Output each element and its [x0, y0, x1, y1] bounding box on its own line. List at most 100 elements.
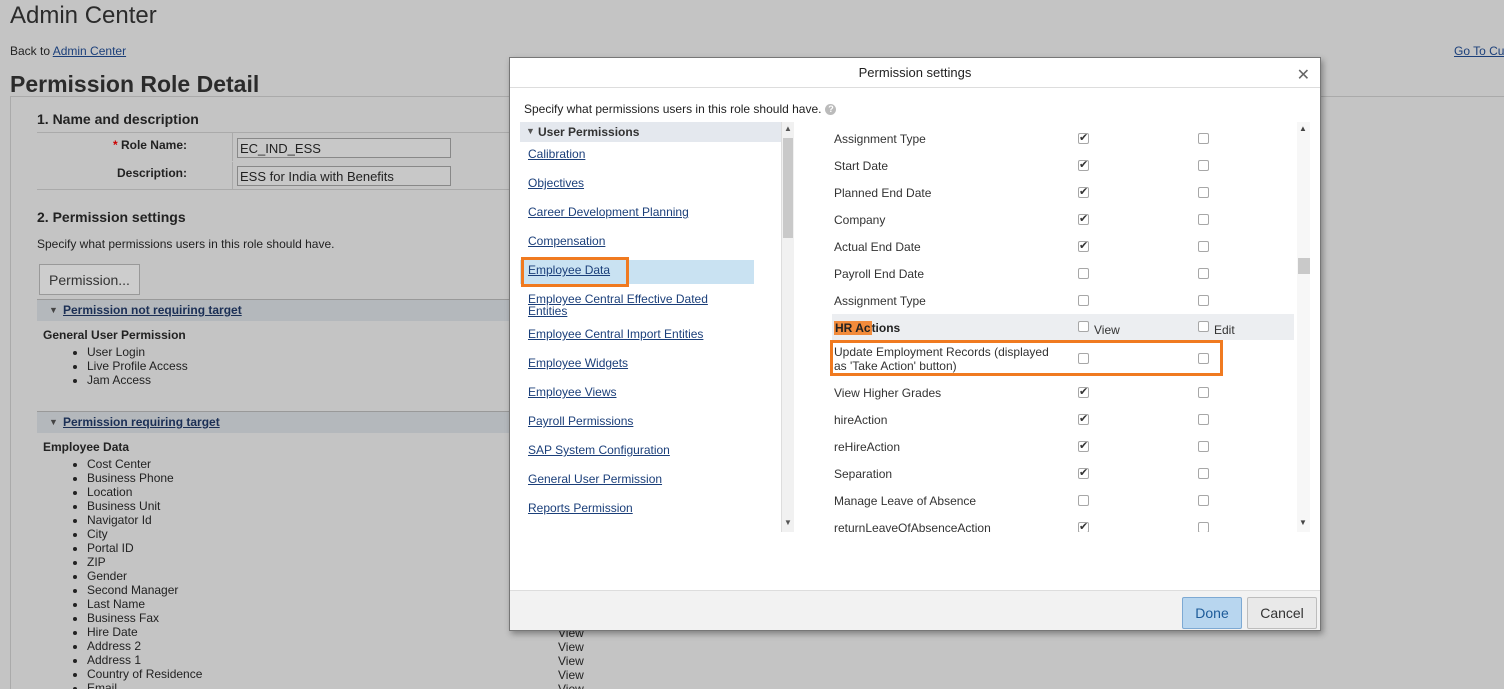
- permission-label: Payroll End Date: [834, 267, 925, 281]
- left-scrollbar[interactable]: ▲ ▼: [781, 122, 794, 532]
- edit-checkbox[interactable]: [1198, 268, 1209, 279]
- section-name-description-title: 1. Name and description: [37, 111, 199, 127]
- list-item: Navigator Id: [87, 513, 202, 527]
- category-item[interactable]: Calibration: [528, 148, 748, 160]
- hr-actions-label: HR Actions: [834, 321, 900, 335]
- list-item: Portal ID: [87, 541, 202, 555]
- description-label: Description:: [116, 166, 187, 180]
- permission-label: Manage Leave of Absence: [834, 494, 977, 508]
- permission-row: Planned End Date: [832, 179, 1294, 206]
- permission-settings-dialog: Permission settings ✕ Specify what permi…: [509, 57, 1321, 631]
- role-name-label: * Role Name:: [37, 138, 187, 152]
- list-item: Business Unit: [87, 499, 202, 513]
- category-item[interactable]: Objectives: [528, 177, 748, 189]
- edit-checkbox[interactable]: [1198, 353, 1209, 364]
- scroll-thumb[interactable]: [783, 138, 793, 238]
- permission-label: Separation: [834, 467, 893, 481]
- permission-row: hireAction: [832, 406, 1294, 433]
- bar-label[interactable]: Permission requiring target: [63, 415, 220, 429]
- list-item: Hire Date: [87, 625, 202, 639]
- help-icon[interactable]: ?: [825, 104, 837, 116]
- edit-checkbox[interactable]: [1198, 414, 1209, 425]
- category-item[interactable]: Compensation: [528, 235, 748, 247]
- permission-label: Update Employment Records (displayed as …: [834, 345, 1049, 373]
- category-item[interactable]: General User Permission: [528, 473, 748, 485]
- view-checkbox[interactable]: [1078, 466, 1089, 480]
- edit-checkbox[interactable]: [1198, 495, 1209, 506]
- edit-checkbox[interactable]: [1198, 160, 1209, 171]
- category-item[interactable]: Employee Central Import Entities: [528, 328, 748, 340]
- required-marker: *: [112, 138, 118, 152]
- cancel-button[interactable]: Cancel: [1247, 597, 1317, 629]
- category-item[interactable]: Employee Views: [528, 386, 748, 398]
- permission-row: Assignment Type: [832, 287, 1294, 314]
- permission-category-list: ▼ User Permissions Calibration Objectives…: [520, 122, 795, 532]
- list-item: Business Fax: [87, 611, 202, 625]
- category-item[interactable]: Employee Widgets: [528, 357, 748, 369]
- view-checkbox[interactable]: [1078, 268, 1089, 279]
- scroll-thumb[interactable]: [1298, 258, 1310, 274]
- scroll-down-icon[interactable]: ▼: [784, 518, 792, 527]
- right-scrollbar[interactable]: ▲ ▼: [1297, 122, 1310, 532]
- view-checkbox[interactable]: [1078, 185, 1089, 199]
- view-checkbox[interactable]: [1078, 131, 1089, 145]
- edit-checkbox[interactable]: [1198, 468, 1209, 479]
- scroll-down-icon[interactable]: ▼: [1299, 518, 1307, 527]
- permission-row: Company: [832, 206, 1294, 233]
- edit-checkbox[interactable]: [1198, 187, 1209, 198]
- permission-row: Update Employment Records (displayed as …: [832, 344, 1294, 379]
- category-item[interactable]: Reports Permission: [528, 502, 748, 514]
- edit-checkbox[interactable]: [1198, 214, 1209, 225]
- close-icon[interactable]: ✕: [1297, 65, 1310, 85]
- user-permissions-header[interactable]: ▼ User Permissions: [520, 122, 786, 142]
- view-checkbox[interactable]: [1078, 520, 1089, 532]
- category-item[interactable]: Employee Data: [528, 264, 748, 276]
- view-checkbox[interactable]: [1078, 158, 1089, 172]
- role-name-input[interactable]: EC_IND_ESS: [237, 138, 451, 158]
- view-checkbox[interactable]: [1078, 495, 1089, 506]
- view-checkbox[interactable]: [1078, 412, 1089, 426]
- view-checkbox[interactable]: [1078, 439, 1089, 453]
- edit-checkbox[interactable]: [1198, 387, 1209, 398]
- edit-checkbox[interactable]: [1198, 295, 1209, 306]
- bar-label[interactable]: Permission not requiring target: [63, 303, 242, 317]
- list-item: Second Manager: [87, 583, 202, 597]
- view-value: View: [558, 668, 584, 682]
- go-to-link[interactable]: Go To Cu: [1454, 44, 1504, 58]
- permission-button[interactable]: Permission...: [39, 264, 140, 295]
- select-all-view-checkbox[interactable]: [1078, 321, 1089, 332]
- divider: [232, 133, 233, 161]
- permission-label: Assignment Type: [834, 294, 926, 308]
- permission-requiring-target-bar[interactable]: ▼ Permission requiring target: [37, 411, 517, 433]
- breadcrumb: Back to Admin Center: [10, 44, 126, 58]
- permission-label: Start Date: [834, 159, 889, 173]
- collapse-triangle-icon: ▼: [49, 305, 58, 315]
- edit-checkbox[interactable]: [1198, 522, 1209, 532]
- view-value: View: [558, 682, 584, 689]
- scroll-up-icon[interactable]: ▲: [784, 124, 792, 133]
- back-to-admin-center-link[interactable]: Admin Center: [53, 44, 126, 58]
- category-item[interactable]: Payroll Permissions: [528, 415, 748, 427]
- done-button[interactable]: Done: [1182, 597, 1242, 629]
- permission-row: Start Date: [832, 152, 1294, 179]
- description-input[interactable]: ESS for India with Benefits: [237, 166, 451, 186]
- category-item[interactable]: SAP System Configuration: [528, 444, 748, 456]
- scroll-up-icon[interactable]: ▲: [1299, 124, 1307, 133]
- list-item: Jam Access: [87, 373, 188, 387]
- view-checkbox[interactable]: [1078, 212, 1089, 226]
- view-column-label: View: [1094, 323, 1120, 337]
- edit-checkbox[interactable]: [1198, 133, 1209, 144]
- section-permission-settings-desc: Specify what permissions users in this r…: [37, 237, 335, 251]
- view-checkbox[interactable]: [1078, 295, 1089, 306]
- view-checkbox[interactable]: [1078, 353, 1089, 364]
- edit-checkbox[interactable]: [1198, 441, 1209, 452]
- edit-column-label: Edit: [1214, 323, 1235, 337]
- select-all-edit-checkbox[interactable]: [1198, 321, 1209, 332]
- permission-not-requiring-target-bar[interactable]: ▼ Permission not requiring target: [37, 299, 517, 321]
- view-value: View: [558, 640, 584, 654]
- view-checkbox[interactable]: [1078, 385, 1089, 399]
- view-checkbox[interactable]: [1078, 239, 1089, 253]
- category-item[interactable]: Employee Central Effective Dated Entitie…: [528, 293, 748, 317]
- edit-checkbox[interactable]: [1198, 241, 1209, 252]
- category-item[interactable]: Career Development Planning: [528, 206, 748, 218]
